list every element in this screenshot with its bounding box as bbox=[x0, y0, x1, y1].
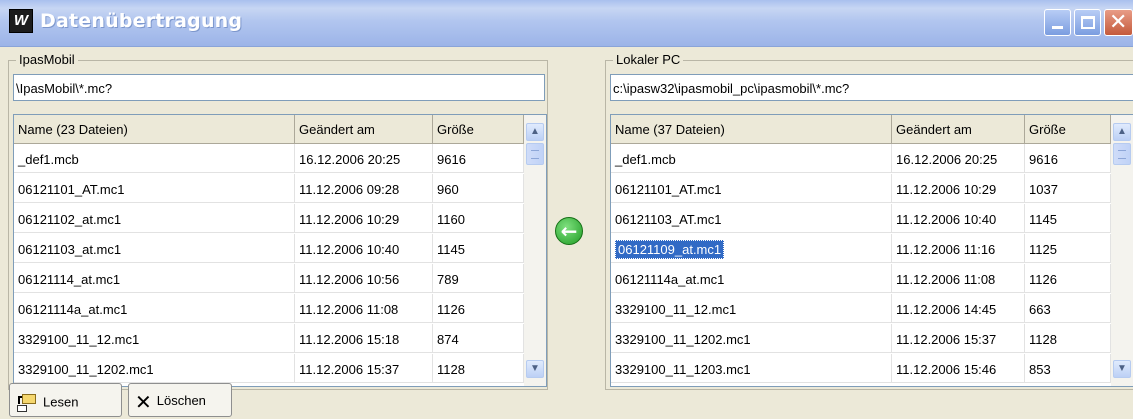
delete-x-icon: ✕ bbox=[135, 389, 152, 414]
file-name-cell: 3329100_11_1202.mc1 bbox=[611, 324, 892, 353]
column-header-size[interactable]: Größe bbox=[1025, 115, 1111, 144]
file-date-cell: 11.12.2006 10:56 bbox=[295, 264, 433, 293]
file-name-cell: 3329100_11_12.mc1 bbox=[14, 324, 295, 353]
file-name-cell: 06121109_at.mc1 bbox=[611, 234, 892, 263]
file-size-cell: 9616 bbox=[433, 144, 524, 173]
file-name-cell: 06121114a_at.mc1 bbox=[14, 294, 295, 323]
file-name-cell: 06121114a_at.mc1 bbox=[611, 264, 892, 293]
device-file-list[interactable]: Name (23 Dateien) Geändert am Größe _def… bbox=[13, 114, 547, 387]
file-date-cell: 11.12.2006 09:28 bbox=[295, 174, 433, 203]
file-name-cell: _def1.mcb bbox=[611, 144, 892, 173]
scroll-down-button[interactable]: ▼ bbox=[526, 360, 544, 378]
read-button[interactable]: Lesen bbox=[9, 383, 122, 417]
file-size-cell: 1126 bbox=[1025, 264, 1111, 293]
file-size-cell: 1145 bbox=[433, 234, 524, 263]
read-folder-icon bbox=[16, 393, 38, 413]
file-size-cell: 1160 bbox=[433, 204, 524, 233]
maximize-button[interactable] bbox=[1074, 9, 1101, 36]
close-icon: ✕ bbox=[1109, 10, 1128, 35]
app-icon: W bbox=[9, 9, 33, 33]
file-name-cell: 06121114_at.mc1 bbox=[14, 264, 295, 293]
file-size-cell: 853 bbox=[1025, 354, 1111, 383]
file-date-cell: 11.12.2006 11:16 bbox=[892, 234, 1025, 263]
column-header-date[interactable]: Geändert am bbox=[295, 115, 433, 144]
local-pc-files-group: Lokaler PC c:\ipasw32\ipasmobil_pc\ipasm… bbox=[605, 52, 1133, 390]
arrow-left-icon: ← bbox=[560, 219, 578, 243]
file-size-cell: 1126 bbox=[433, 294, 524, 323]
file-date-cell: 11.12.2006 10:29 bbox=[295, 204, 433, 233]
device-group-legend: IpasMobil bbox=[16, 52, 78, 67]
local-group-legend: Lokaler PC bbox=[613, 52, 684, 67]
minimize-button[interactable] bbox=[1044, 9, 1071, 36]
file-date-cell: 11.12.2006 10:40 bbox=[892, 204, 1025, 233]
file-size-cell: 9616 bbox=[1025, 144, 1111, 173]
file-size-cell: 1125 bbox=[1025, 234, 1111, 263]
file-name-cell: 3329100_11_12.mc1 bbox=[611, 294, 892, 323]
column-header-date[interactable]: Geändert am bbox=[892, 115, 1025, 144]
file-size-cell: 1128 bbox=[1025, 324, 1111, 353]
column-header-size[interactable]: Größe bbox=[433, 115, 524, 144]
read-button-label: Lesen bbox=[43, 394, 79, 410]
file-date-cell: 11.12.2006 15:37 bbox=[295, 354, 433, 383]
file-size-cell: 1145 bbox=[1025, 204, 1111, 233]
column-header-name[interactable]: Name (23 Dateien) bbox=[14, 115, 295, 144]
file-name-cell: 06121101_AT.mc1 bbox=[14, 174, 295, 203]
file-date-cell: 11.12.2006 15:37 bbox=[892, 324, 1025, 353]
file-date-cell: 16.12.2006 20:25 bbox=[295, 144, 433, 173]
file-name-cell: 06121102_at.mc1 bbox=[14, 204, 295, 233]
device-path-field[interactable]: \IpasMobil\*.mc? bbox=[13, 74, 545, 101]
delete-button[interactable]: ✕ Löschen bbox=[128, 383, 232, 417]
column-header-name[interactable]: Name (37 Dateien) bbox=[611, 115, 892, 144]
scroll-up-button[interactable]: ▲ bbox=[526, 123, 544, 141]
file-size-cell: 663 bbox=[1025, 294, 1111, 323]
file-name-cell: 3329100_11_1202.mc1 bbox=[14, 354, 295, 383]
file-date-cell: 11.12.2006 15:46 bbox=[892, 354, 1025, 383]
file-name-cell: 06121103_at.mc1 bbox=[14, 234, 295, 263]
file-date-cell: 16.12.2006 20:25 bbox=[892, 144, 1025, 173]
file-date-cell: 11.12.2006 10:40 bbox=[295, 234, 433, 263]
close-button[interactable]: ✕ bbox=[1104, 9, 1133, 36]
local-file-list[interactable]: Name (37 Dateien) Geändert am Größe _def… bbox=[610, 114, 1133, 387]
scroll-thumb[interactable] bbox=[1113, 143, 1131, 165]
file-name-cell: 06121103_AT.mc1 bbox=[611, 204, 892, 233]
file-size-cell: 874 bbox=[433, 324, 524, 353]
device-files-group: IpasMobil \IpasMobil\*.mc? Name (23 Date… bbox=[8, 52, 548, 390]
window-title: Datenübertragung bbox=[40, 10, 243, 32]
file-date-cell: 11.12.2006 11:08 bbox=[892, 264, 1025, 293]
file-name-cell: 3329100_11_1203.mc1 bbox=[611, 354, 892, 383]
file-name-cell: _def1.mcb bbox=[14, 144, 295, 173]
transfer-to-device-button[interactable]: ← bbox=[555, 217, 583, 245]
file-size-cell: 789 bbox=[433, 264, 524, 293]
file-name-cell: 06121101_AT.mc1 bbox=[611, 174, 892, 203]
local-path-field[interactable]: c:\ipasw32\ipasmobil_pc\ipasmobil\*.mc? bbox=[610, 74, 1133, 101]
file-size-cell: 960 bbox=[433, 174, 524, 203]
delete-button-label: Löschen bbox=[156, 393, 206, 408]
maximize-icon bbox=[1081, 16, 1095, 29]
file-date-cell: 11.12.2006 10:29 bbox=[892, 174, 1025, 203]
scroll-thumb[interactable] bbox=[526, 143, 544, 165]
file-size-cell: 1128 bbox=[433, 354, 524, 383]
minimize-icon bbox=[1052, 26, 1063, 29]
file-size-cell: 1037 bbox=[1025, 174, 1111, 203]
local-list-scrollbar[interactable]: ▲ ▼ bbox=[1111, 115, 1133, 386]
device-list-scrollbar[interactable]: ▲ ▼ bbox=[524, 115, 546, 386]
title-bar[interactable]: W Datenübertragung ✕ bbox=[0, 0, 1133, 47]
file-date-cell: 11.12.2006 15:18 bbox=[295, 324, 433, 353]
file-date-cell: 11.12.2006 14:45 bbox=[892, 294, 1025, 323]
scroll-down-button[interactable]: ▼ bbox=[1113, 360, 1131, 378]
scroll-up-button[interactable]: ▲ bbox=[1113, 123, 1131, 141]
file-date-cell: 11.12.2006 11:08 bbox=[295, 294, 433, 323]
